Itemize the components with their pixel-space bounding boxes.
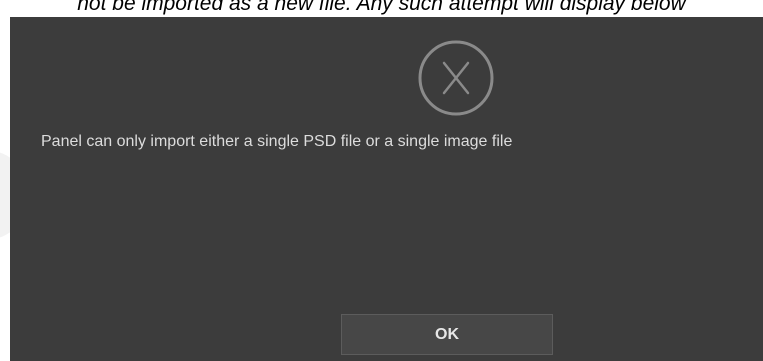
error-message: Panel can only import either a single PS… (41, 133, 513, 150)
error-dialog: Panel can only import either a single PS… (10, 17, 763, 361)
page: not be imported as a new file. Any such … (0, 0, 763, 361)
error-x-circle-icon (418, 40, 494, 116)
ok-button[interactable]: OK (341, 314, 553, 355)
document-caption: not be imported as a new file. Any such … (77, 0, 686, 15)
